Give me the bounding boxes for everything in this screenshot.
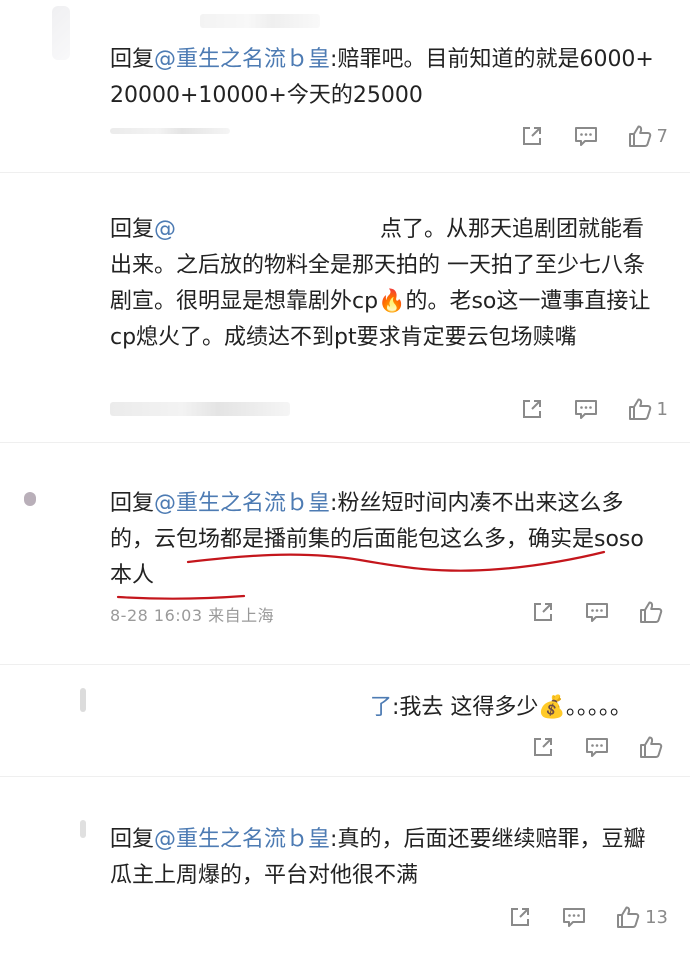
comment-button[interactable] [561, 904, 587, 930]
comment-icon [573, 396, 599, 422]
reply-prefix: 回复 [110, 47, 155, 72]
like-count: 13 [645, 906, 668, 928]
mention-link[interactable]: 了 [370, 695, 392, 720]
reply-timestamp: 8-28 16:03 来自上海 [110, 606, 275, 625]
mention-link[interactable]: @ [154, 217, 176, 242]
share-button[interactable] [530, 599, 556, 625]
reply-prefix: 回复 [110, 491, 155, 516]
share-button[interactable] [519, 396, 545, 422]
redacted-header [200, 14, 320, 28]
divider [0, 776, 690, 777]
reply-meta [110, 128, 230, 134]
action-bar: 7 [491, 121, 668, 151]
thumbs-up-icon [627, 396, 653, 422]
share-button[interactable] [530, 734, 556, 760]
like-button[interactable]: 13 [615, 904, 668, 930]
avatar[interactable] [80, 688, 86, 712]
reply-item-5: 回复@重生之名流ｂ皇:真的，后面还要继续赔罪，豆瓣瓜主上周爆的，平台对他很不满 … [0, 784, 690, 966]
action-bar [502, 597, 668, 627]
reply-text: 回复@重生之名流ｂ皇:真的，后面还要继续赔罪，豆瓣瓜主上周爆的，平台对他很不满 [110, 822, 660, 894]
divider [0, 664, 690, 665]
share-button[interactable] [519, 123, 545, 149]
like-button[interactable]: 7 [627, 123, 668, 149]
share-icon [530, 599, 556, 625]
mention-link[interactable]: @重生之名流ｂ皇 [154, 491, 330, 516]
reply-item-3: 回复@重生之名流ｂ皇:粉丝短时间内凑不出来这么多的，云包场都是播前集的后面能包这… [0, 450, 690, 660]
like-count: 1 [656, 398, 668, 420]
comment-icon [573, 123, 599, 149]
reply-meta [110, 402, 290, 416]
comment-button[interactable] [573, 396, 599, 422]
comment-icon [584, 599, 610, 625]
share-icon [519, 123, 545, 149]
like-button[interactable] [638, 734, 668, 760]
avatar[interactable] [52, 6, 70, 60]
thumbs-up-icon [615, 904, 641, 930]
divider [0, 442, 690, 443]
reply-prefix: 回复 [110, 217, 155, 242]
reply-text: 回复@重生之名流ｂ皇:粉丝短时间内凑不出来这么多的，云包场都是播前集的后面能包这… [110, 486, 660, 594]
comment-button[interactable] [584, 599, 610, 625]
share-button[interactable] [507, 904, 533, 930]
action-bar: 13 [479, 902, 668, 932]
reply-item-1: 回复@重生之名流ｂ皇:赔罪吧。目前知道的就是6000+20000+10000+今… [0, 0, 690, 170]
like-button[interactable]: 1 [627, 396, 668, 422]
comment-icon [584, 734, 610, 760]
like-count: 7 [656, 125, 668, 147]
like-button[interactable] [638, 599, 668, 625]
divider [0, 172, 690, 173]
thumbs-up-icon [638, 599, 664, 625]
redacted-name [176, 219, 381, 239]
reply-body: :我去 这得多少💰。。。。。 [392, 695, 632, 720]
action-bar: 1 [491, 394, 668, 424]
avatar[interactable] [80, 820, 86, 838]
avatar[interactable] [24, 492, 36, 506]
reply-item-2: 回复@ 点了。从那天追剧团就能看出来。之后放的物料全是那天拍的 一天拍了至少七八条… [0, 180, 690, 440]
mention-link[interactable]: @重生之名流ｂ皇 [154, 827, 330, 852]
mention-link[interactable]: @重生之名流ｂ皇 [154, 47, 330, 72]
share-icon [530, 734, 556, 760]
comment-icon [561, 904, 587, 930]
thumbs-up-icon [627, 123, 653, 149]
reply-prefix: 回复 [110, 827, 155, 852]
share-icon [507, 904, 533, 930]
reply-text: 了:我去 这得多少💰。。。。。 [370, 690, 670, 726]
reply-item-4: 了:我去 这得多少💰。。。。。 [0, 670, 690, 780]
comment-button[interactable] [584, 734, 610, 760]
thumbs-up-icon [638, 734, 664, 760]
reply-text: 回复@重生之名流ｂ皇:赔罪吧。目前知道的就是6000+20000+10000+今… [110, 42, 660, 114]
action-bar [502, 732, 668, 762]
comment-button[interactable] [573, 123, 599, 149]
share-icon [519, 396, 545, 422]
reply-text: 回复@ 点了。从那天追剧团就能看出来。之后放的物料全是那天拍的 一天拍了至少七八条… [110, 212, 660, 356]
